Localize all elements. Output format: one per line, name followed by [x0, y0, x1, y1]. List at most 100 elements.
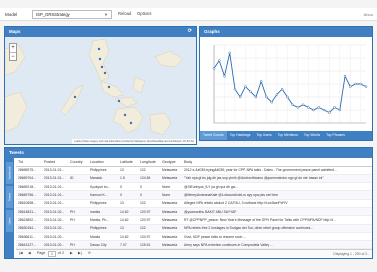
model-select[interactable]: ISP_GRSStrategy ▼: [32, 10, 112, 19]
table-cell: Manado: [88, 174, 118, 184]
data-point[interactable]: [359, 82, 363, 86]
table-cell: 28614831...: [16, 207, 42, 217]
data-point[interactable]: [270, 100, 273, 104]
table-row[interactable]: 28636611... 2013-01-02... Manila 14.62 120.9…: [16, 232, 372, 242]
data-point[interactable]: [217, 59, 221, 62]
side-tab-dashboard[interactable]: Dashboard: [6, 162, 13, 184]
table-cell: 1.5: [118, 174, 138, 184]
data-point[interactable]: [349, 85, 352, 88]
tab-top-hashtags[interactable]: Top Hashtags: [227, 131, 254, 140]
prev-page-icon[interactable]: ◀: [28, 251, 31, 255]
data-point[interactable]: [296, 106, 300, 109]
column-header[interactable]: Tid: [16, 159, 42, 167]
column-header[interactable]: Geotype: [160, 159, 182, 167]
page-number-input[interactable]: 1: [48, 251, 56, 257]
first-page-icon[interactable]: |◀: [19, 251, 23, 255]
map-panel-title: Maps: [9, 29, 21, 34]
reload-button[interactable]: Reload: [118, 11, 131, 16]
data-point[interactable]: [286, 95, 289, 99]
next-page-icon[interactable]: ▶: [70, 251, 73, 255]
options-button[interactable]: Options: [137, 11, 151, 16]
table-row[interactable]: 28641227... 2013-01-02... PH Davao City 7.07…: [16, 240, 372, 250]
table-cell: Kyukyuri ko...: [88, 182, 118, 192]
refresh-icon[interactable]: ⟳: [188, 28, 192, 34]
graph-area: [200, 37, 372, 131]
pager-status: Displaying 1 - 200 of 2...: [333, 252, 370, 256]
tab-top-phrases[interactable]: Top Phrases: [323, 131, 348, 140]
data-point[interactable]: [364, 85, 368, 88]
table-cell: 13: [118, 166, 138, 175]
data-point[interactable]: [301, 103, 305, 107]
table-cell: [68, 199, 88, 209]
table-row[interactable]: 28669218... 2013-01-01... Kyukyuri ko... 0 0…: [16, 182, 372, 192]
tab-top-users[interactable]: Top Users: [253, 131, 274, 140]
zoom-control: + −: [9, 43, 17, 61]
graph-tabs: Tweet Counts Top Hashtags Top Users Top …: [200, 131, 372, 140]
table-cell: Metacarta: [160, 224, 182, 233]
table-row[interactable]: 28623892... 2013-01-02... PH Manila, Ph... 1…: [16, 215, 372, 225]
data-point[interactable]: [312, 108, 315, 112]
table-cell: Philippines: [88, 199, 118, 209]
data-point[interactable]: [317, 106, 321, 109]
table-row[interactable]: 28669764... 2013-01-01... ID Manado 1.5 124.8…: [16, 174, 372, 184]
data-point[interactable]: [259, 80, 263, 83]
data-point[interactable]: [223, 74, 226, 78]
map-view[interactable]: + − Leaflet | Data, imagery and map info…: [5, 37, 196, 144]
column-header[interactable]: Latitude: [118, 159, 138, 167]
data-point[interactable]: [338, 108, 342, 112]
refresh-icon[interactable]: ⟳: [88, 251, 91, 255]
table-cell: Metacarta: [160, 166, 182, 175]
data-point[interactable]: [333, 106, 336, 109]
column-header[interactable]: Country: [68, 159, 88, 167]
tab-top-words[interactable]: Top Words: [301, 131, 323, 140]
table-row[interactable]: 28669756... 2013-01-01... Kamuni K... 0 0 Non…: [16, 190, 372, 200]
data-point[interactable]: [343, 74, 347, 78]
about-link[interactable]: Abou: [364, 12, 373, 17]
data-point[interactable]: [265, 95, 268, 99]
data-point[interactable]: [328, 111, 331, 114]
data-point[interactable]: [280, 87, 284, 91]
map-panel-header: Maps ⟳: [5, 27, 196, 37]
data-point[interactable]: [322, 108, 326, 112]
zoom-out-button[interactable]: −: [10, 52, 16, 60]
side-tab-label: Dashboard: [8, 166, 11, 180]
table-cell: Metacarta: [160, 215, 182, 225]
table-cell: [68, 166, 88, 175]
tweet-count-chart: [212, 44, 368, 124]
side-tab-users[interactable]: Users: [6, 210, 13, 232]
side-tab-tweets[interactable]: Tweets: [6, 186, 13, 208]
tab-top-mentions[interactable]: Top Mentions: [275, 131, 301, 140]
data-point[interactable]: [307, 106, 310, 109]
table-cell: PH: [68, 207, 88, 217]
map-attribution: Leaflet | Data, imagery and map informat…: [72, 139, 196, 144]
data-point[interactable]: [254, 95, 258, 99]
zoom-in-button[interactable]: +: [10, 44, 16, 52]
data-point[interactable]: [291, 103, 294, 107]
column-header[interactable]: Posted: [42, 159, 68, 167]
tab-tweet-counts[interactable]: Tweet Counts: [200, 131, 227, 140]
data-point[interactable]: [354, 82, 357, 86]
table-row[interactable]: 28610658... 2013-01-01... Philippines 13 122…: [16, 199, 372, 209]
data-point[interactable]: [244, 85, 247, 88]
tweets-table-body: 28665975... 2013-01-01... Philippines 13 122…: [16, 166, 372, 250]
table-cell: 14.62: [118, 215, 138, 225]
column-header[interactable]: Location: [88, 159, 118, 167]
column-header[interactable]: Longitude: [138, 159, 160, 167]
table-row[interactable]: 28630184... 2013-01-02... Philippines 13 122…: [16, 224, 372, 233]
data-point[interactable]: [233, 87, 237, 91]
table-cell: Philippines: [88, 224, 118, 233]
data-point[interactable]: [275, 93, 279, 96]
table-cell: None: [160, 190, 182, 200]
data-point[interactable]: [212, 67, 216, 70]
table-row[interactable]: 28614831... 2013-01-02... PH manila 14.62 120…: [16, 207, 372, 217]
data-point[interactable]: [238, 95, 242, 99]
data-point[interactable]: [249, 90, 252, 94]
column-header[interactable]: Body: [182, 159, 372, 167]
table-cell: "Yah npa gt bs jdg dh jas sop yimih @And…: [182, 174, 372, 184]
last-page-icon[interactable]: ▶|: [78, 251, 82, 255]
table-row[interactable]: 28665975... 2013-01-01... Philippines 13 122…: [16, 166, 372, 175]
data-point[interactable]: [228, 51, 231, 55]
table-cell: @SiEunhyuk_fLY ya gt npa dh gw...: [182, 182, 372, 192]
graph-panel-title: Graphs: [204, 29, 220, 34]
map-land-shapes: [5, 38, 184, 136]
